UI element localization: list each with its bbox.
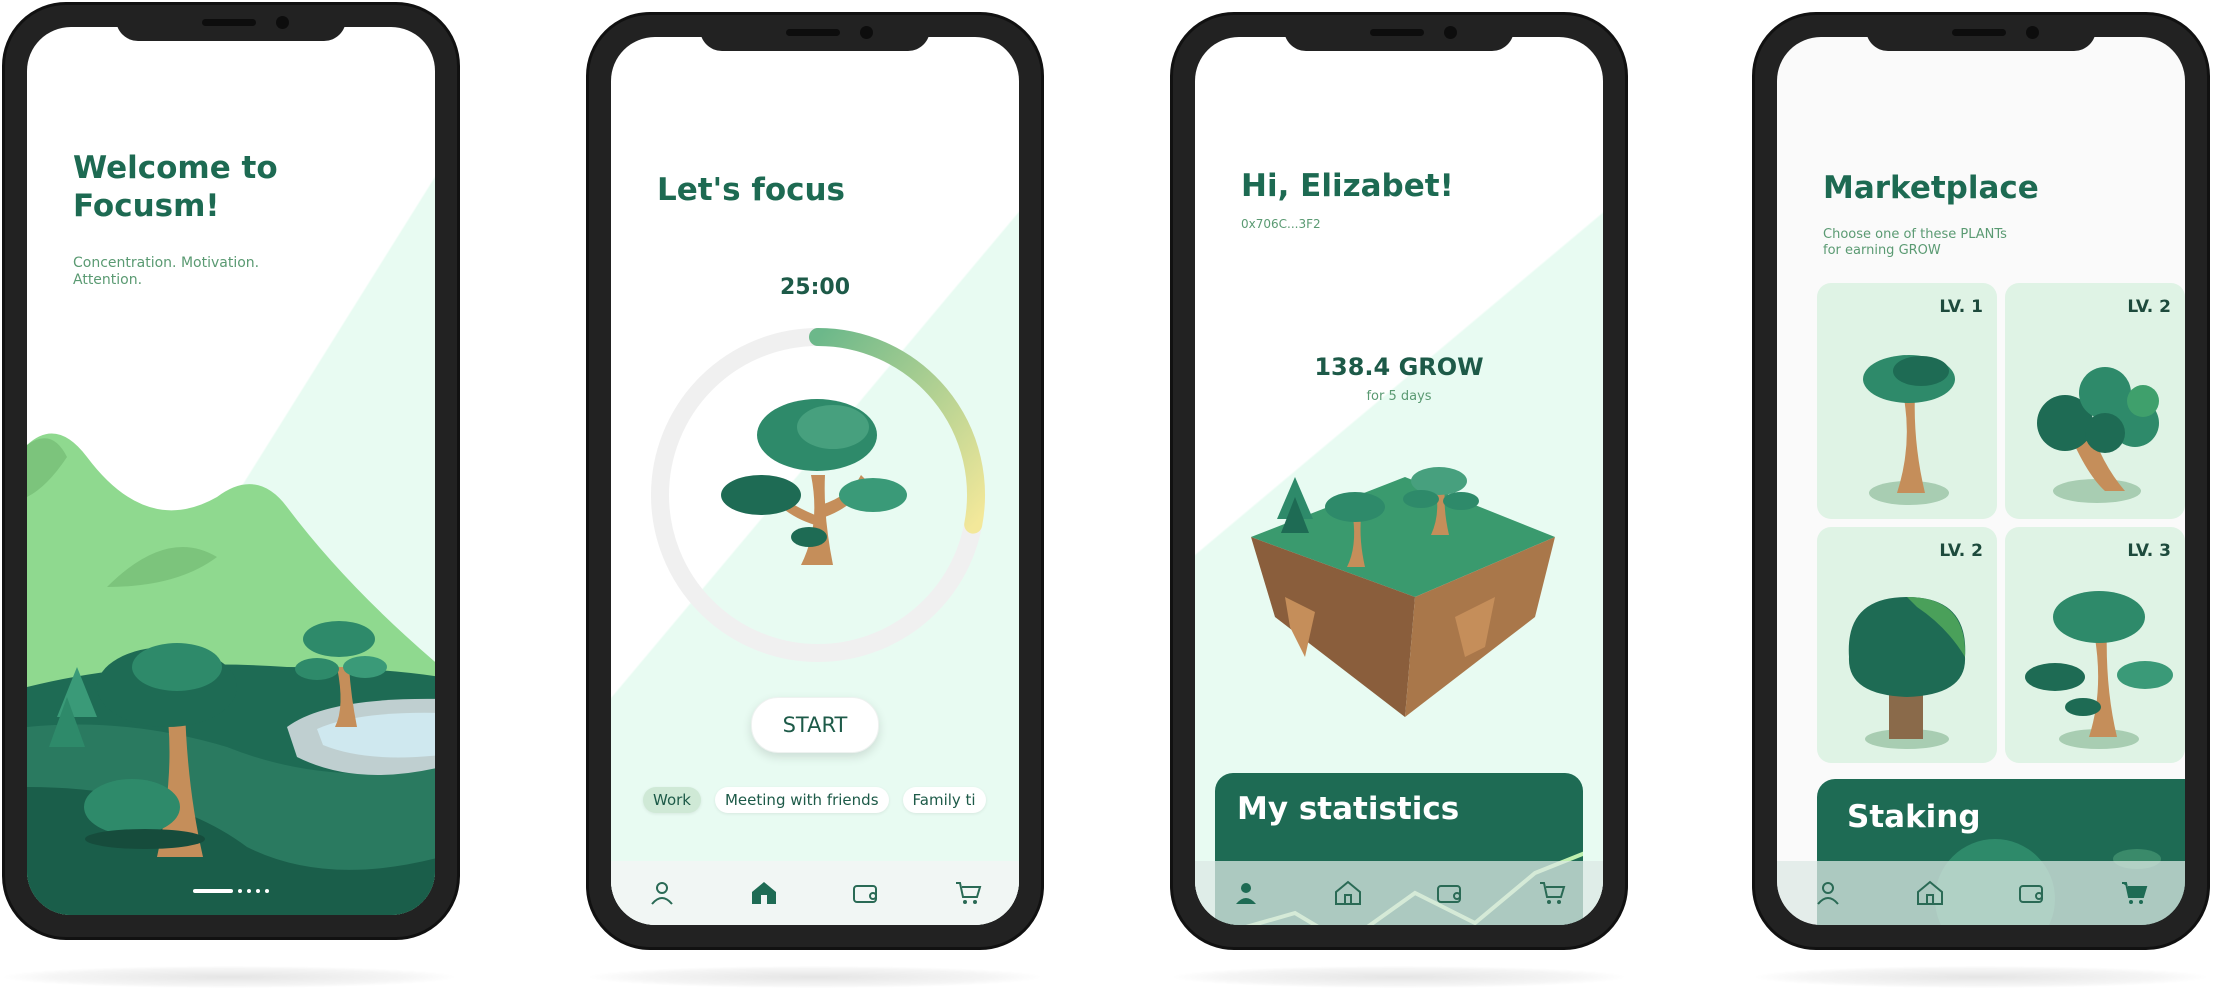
welcome-screen: Welcome to Focusm! Concentration. Motiva… — [27, 27, 435, 915]
plant-card[interactable]: LV. 1 — [1817, 283, 1997, 519]
phone-shadow — [4, 966, 454, 988]
chip-meeting[interactable]: Meeting with friends — [714, 787, 889, 813]
timer-display: 25:00 — [779, 275, 851, 300]
marketplace-title: Marketplace — [1823, 170, 2039, 206]
plant-card[interactable]: LV. 2 — [2005, 283, 2185, 519]
floating-island-illustration — [1251, 467, 1555, 717]
phone-focus: Let's focus 25:00 START Work Meeting wit… — [586, 12, 1044, 950]
plant-card[interactable]: LV. 2 — [1817, 527, 1997, 763]
phone-marketplace: Marketplace Choose one of these PLANTs f… — [1752, 12, 2210, 950]
home-screen: Hi, Elizabet! 0x706C...3F2 138.4 GROW fo… — [1195, 37, 1603, 925]
wallet-icon[interactable] — [2012, 873, 2052, 913]
tree-icon — [2025, 591, 2173, 749]
home-icon[interactable] — [744, 873, 784, 913]
task-chips: Work Meeting with friends Family ti — [643, 787, 986, 813]
phone-home: Hi, Elizabet! 0x706C...3F2 138.4 GROW fo… — [1170, 12, 1628, 950]
welcome-title: Welcome to Focusm! — [73, 150, 278, 224]
chip-work[interactable]: Work — [643, 787, 701, 813]
chip-family[interactable]: Family ti — [902, 787, 986, 813]
tree-icon — [1863, 355, 1955, 505]
focus-screen: Let's focus 25:00 START Work Meeting wit… — [611, 37, 1019, 925]
welcome-tagline: Concentration. Motivation. Attention. — [73, 255, 260, 288]
home-icon[interactable] — [1328, 873, 1368, 913]
bottom-nav — [1195, 861, 1603, 925]
wallet-icon[interactable] — [846, 873, 886, 913]
cart-icon[interactable] — [2114, 873, 2154, 913]
wallet-icon[interactable] — [1430, 873, 1470, 913]
phone-shadow — [590, 966, 1040, 988]
tree-icon — [1848, 597, 1966, 749]
wallet-address: 0x706C...3F2 — [1241, 217, 1321, 231]
user-icon[interactable] — [1226, 873, 1266, 913]
bottom-nav — [1777, 861, 2185, 925]
page-indicator[interactable] — [193, 889, 269, 893]
greeting: Hi, Elizabet! — [1241, 168, 1454, 204]
user-icon[interactable] — [1808, 873, 1848, 913]
plant-card[interactable]: LV. 3 — [2005, 527, 2185, 763]
notch — [1284, 15, 1514, 51]
phone-shadow — [1756, 966, 2206, 988]
start-button[interactable]: START — [751, 697, 879, 753]
home-icon[interactable] — [1910, 873, 1950, 913]
bottom-nav — [611, 861, 1019, 925]
balance-period: for 5 days — [1366, 389, 1432, 404]
marketplace-screen: Marketplace Choose one of these PLANTs f… — [1777, 37, 2185, 925]
cart-icon[interactable] — [948, 873, 988, 913]
grow-balance: 138.4 GROW — [1314, 353, 1484, 381]
timer-ring — [651, 328, 985, 662]
user-icon[interactable] — [642, 873, 682, 913]
plant-grid: LV. 1 LV. 2 LV. 2 LV. 3 — [1817, 283, 2185, 763]
cart-icon[interactable] — [1532, 873, 1572, 913]
focus-title: Let's focus — [657, 172, 846, 208]
notch — [1866, 15, 2096, 51]
tree-illustration — [721, 399, 907, 565]
phone-shadow — [1174, 966, 1624, 988]
notch — [700, 15, 930, 51]
phone-welcome: Welcome to Focusm! Concentration. Motiva… — [2, 2, 460, 940]
notch — [116, 5, 346, 41]
tree-icon — [2037, 367, 2159, 503]
marketplace-subtitle: Choose one of these PLANTs for earning G… — [1823, 227, 2007, 258]
